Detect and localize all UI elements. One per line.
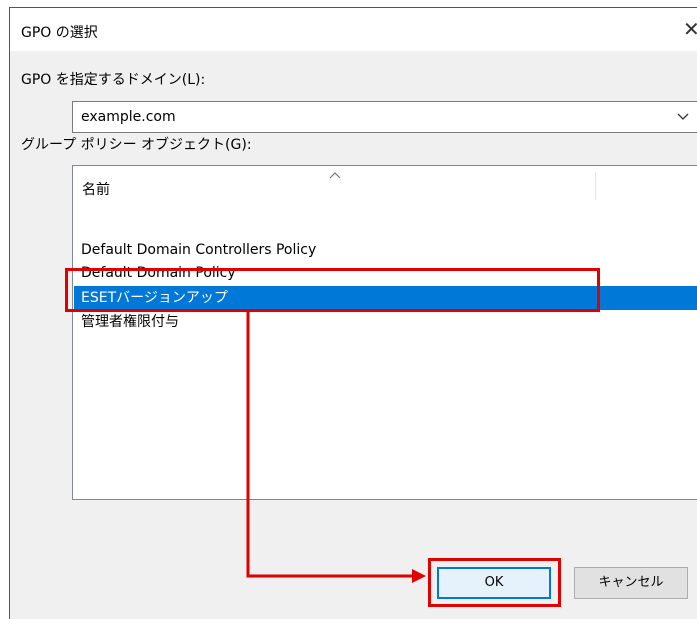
annotation-arrow <box>246 312 426 583</box>
